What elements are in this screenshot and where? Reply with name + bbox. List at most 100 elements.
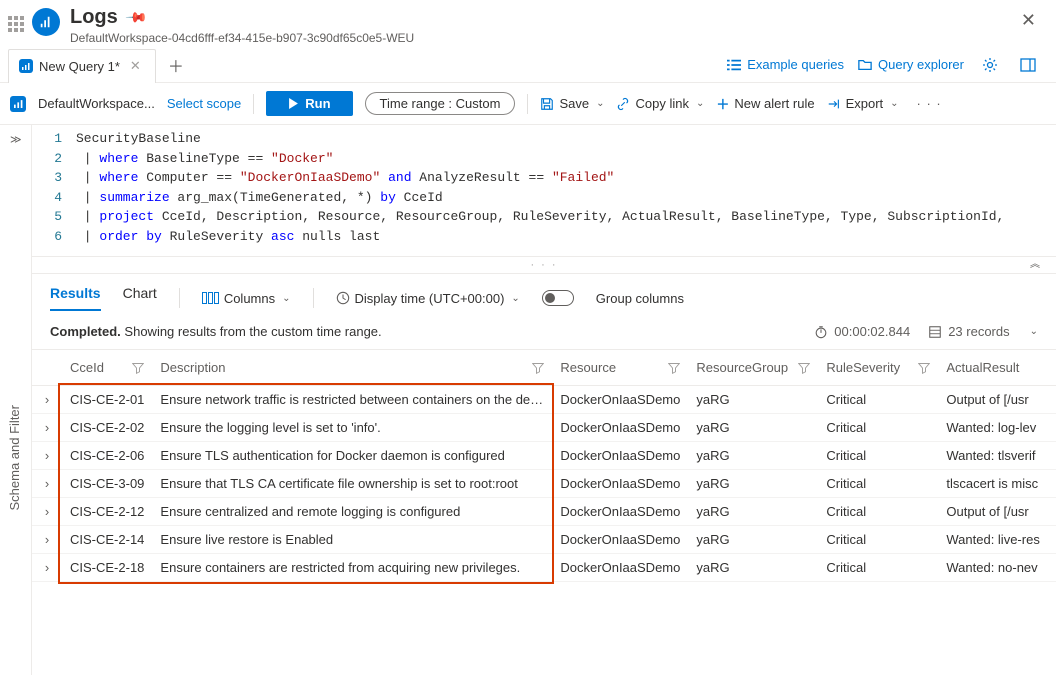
cell: DockerOnIaaSDemo: [552, 442, 688, 470]
expand-row-button[interactable]: ›: [32, 386, 62, 414]
expand-row-button[interactable]: ›: [32, 470, 62, 498]
expand-row-button[interactable]: ›: [32, 554, 62, 582]
status-chevron-icon[interactable]: ⌄: [1030, 326, 1038, 337]
column-header[interactable]: RuleSeverity: [818, 350, 938, 386]
table-row[interactable]: ›CIS-CE-3-09Ensure that TLS CA certifica…: [32, 470, 1056, 498]
time-range-button[interactable]: Time range : Custom: [365, 92, 516, 115]
status-completed: Completed.: [50, 324, 121, 339]
display-time-button[interactable]: Display time (UTC+00:00)⌄: [336, 291, 520, 306]
cell: Ensure network traffic is restricted bet…: [152, 386, 552, 414]
cell: Ensure containers are restricted from ac…: [152, 554, 552, 582]
split-handle[interactable]: · · ·︽: [32, 257, 1056, 274]
columns-button[interactable]: Columns⌄: [202, 291, 291, 306]
table-row[interactable]: ›CIS-CE-2-02Ensure the logging level is …: [32, 414, 1056, 442]
cell: DockerOnIaaSDemo: [552, 526, 688, 554]
cell: yaRG: [688, 554, 818, 582]
new-alert-button[interactable]: ＋ New alert rule: [716, 94, 814, 113]
cell: Ensure TLS authentication for Docker dae…: [152, 442, 552, 470]
pin-icon[interactable]: 📌: [124, 5, 148, 29]
cell: Ensure live restore is Enabled: [152, 526, 552, 554]
side-panel-collapsed[interactable]: ≫ Schema and Filter: [0, 125, 32, 675]
link-icon: [616, 97, 630, 111]
chart-tab[interactable]: Chart: [123, 285, 157, 311]
logs-logo-icon: [32, 8, 60, 36]
cell: tlscacert is misc: [938, 470, 1056, 498]
horizontal-scrollbar[interactable]: [32, 659, 1056, 675]
filter-icon[interactable]: [798, 362, 810, 374]
expand-row-button[interactable]: ›: [32, 526, 62, 554]
more-button[interactable]: · · ·: [911, 96, 948, 111]
filter-icon[interactable]: [532, 362, 544, 374]
status-records: 23 records: [928, 324, 1009, 339]
cell: Wanted: no-nev: [938, 554, 1056, 582]
select-scope-button[interactable]: Select scope: [167, 96, 241, 111]
column-header[interactable]: ActualResult: [938, 350, 1056, 386]
results-tab[interactable]: Results: [50, 285, 101, 311]
expand-row-button[interactable]: ›: [32, 498, 62, 526]
cell: Ensure the logging level is set to 'info…: [152, 414, 552, 442]
cell: yaRG: [688, 470, 818, 498]
workspace-icon: [10, 96, 26, 112]
cell: DockerOnIaaSDemo: [552, 414, 688, 442]
column-header[interactable]: CceId: [62, 350, 152, 386]
column-header[interactable]: Description: [152, 350, 552, 386]
table-row[interactable]: ›CIS-CE-2-01Ensure network traffic is re…: [32, 386, 1056, 414]
query-tab[interactable]: New Query 1* ✕: [8, 49, 156, 83]
expand-side-icon[interactable]: ≫: [10, 133, 22, 146]
run-button[interactable]: Run: [266, 91, 352, 116]
cell: CIS-CE-2-14: [62, 526, 152, 554]
group-columns-toggle[interactable]: [542, 290, 574, 306]
copy-link-button[interactable]: Copy link⌄: [616, 96, 704, 111]
save-button[interactable]: Save⌄: [540, 96, 604, 111]
add-tab-button[interactable]: ＋: [156, 53, 196, 77]
cell: Wanted: tlsverif: [938, 442, 1056, 470]
cell: yaRG: [688, 498, 818, 526]
cell: Critical: [818, 526, 938, 554]
cell: Ensure centralized and remote logging is…: [152, 498, 552, 526]
cell: DockerOnIaaSDemo: [552, 554, 688, 582]
cell: DockerOnIaaSDemo: [552, 386, 688, 414]
status-message: Showing results from the custom time ran…: [124, 324, 381, 339]
close-button[interactable]: ✕: [1013, 6, 1044, 35]
group-columns-label: Group columns: [596, 291, 684, 306]
filter-icon[interactable]: [918, 362, 930, 374]
scope-label: DefaultWorkspace...: [38, 96, 155, 111]
cell: Critical: [818, 554, 938, 582]
filter-icon[interactable]: [132, 362, 144, 374]
cell: CIS-CE-2-18: [62, 554, 152, 582]
cell: yaRG: [688, 442, 818, 470]
column-header[interactable]: Resource: [552, 350, 688, 386]
cell: Ensure that TLS CA certificate file owne…: [152, 470, 552, 498]
folder-icon: [858, 58, 872, 72]
sidebar-toggle-button[interactable]: [1016, 57, 1040, 73]
table-row[interactable]: ›CIS-CE-2-14Ensure live restore is Enabl…: [32, 526, 1056, 554]
collapse-caret-icon[interactable]: ︽: [1030, 255, 1042, 270]
cell: Critical: [818, 414, 938, 442]
play-icon: [288, 98, 299, 109]
filter-icon[interactable]: [668, 362, 680, 374]
cell: CIS-CE-3-09: [62, 470, 152, 498]
table-row[interactable]: ›CIS-CE-2-12Ensure centralized and remot…: [32, 498, 1056, 526]
cell: Output of [/usr: [938, 386, 1056, 414]
query-explorer-button[interactable]: Query explorer: [858, 57, 964, 72]
cell: yaRG: [688, 414, 818, 442]
table-row[interactable]: ›CIS-CE-2-06Ensure TLS authentication fo…: [32, 442, 1056, 470]
query-editor[interactable]: 1SecurityBaseline2 | where BaselineType …: [32, 125, 1056, 257]
expand-row-button[interactable]: ›: [32, 442, 62, 470]
table-icon: [928, 325, 942, 339]
app-grid-icon[interactable]: [8, 16, 24, 32]
cell: Wanted: log-lev: [938, 414, 1056, 442]
column-header[interactable]: ResourceGroup: [688, 350, 818, 386]
table-row[interactable]: ›CIS-CE-2-18Ensure containers are restri…: [32, 554, 1056, 582]
query-tab-close[interactable]: ✕: [126, 58, 145, 74]
stopwatch-icon: [814, 325, 828, 339]
example-queries-button[interactable]: Example queries: [727, 57, 844, 72]
export-button[interactable]: Export⌄: [827, 96, 899, 111]
side-panel-label: Schema and Filter: [7, 405, 22, 511]
expand-row-button[interactable]: ›: [32, 414, 62, 442]
settings-button[interactable]: [978, 57, 1002, 73]
status-duration: 00:00:02.844: [814, 324, 910, 339]
cell: DockerOnIaaSDemo: [552, 498, 688, 526]
columns-icon: [202, 292, 219, 304]
cell: CIS-CE-2-01: [62, 386, 152, 414]
